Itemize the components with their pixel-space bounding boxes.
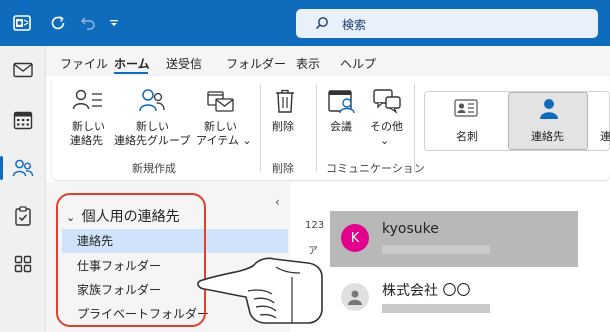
contact-row-company[interactable]: 株式会社 〇〇 [330, 270, 578, 326]
tab-file[interactable]: ファイル [60, 55, 108, 72]
group-label-delete: 削除 [272, 162, 294, 175]
avatar-initial: K [350, 230, 360, 246]
chevron-left-icon[interactable]: ‹ [275, 195, 280, 209]
new-group-icon [138, 88, 166, 117]
redacted-detail [382, 304, 490, 313]
mail-icon[interactable] [0, 52, 46, 88]
title-bar: 検索 [0, 0, 610, 46]
meeting-label: 会議 [330, 120, 352, 133]
search-box[interactable]: 検索 [296, 9, 598, 38]
active-tab-underline [114, 72, 148, 74]
delete-label: 削除 [272, 120, 294, 133]
new-group-label-2: 連絡先グループ [114, 134, 191, 147]
redacted-detail [382, 245, 490, 254]
meeting-icon [327, 88, 357, 117]
active-indicator [0, 156, 3, 180]
search-icon [315, 16, 329, 33]
calendar-icon[interactable] [0, 102, 46, 138]
new-contact-group-button[interactable]: 新しい 連絡先グループ [112, 84, 192, 154]
new-item-icon [206, 88, 236, 117]
alpha-index-123[interactable]: 123 [305, 220, 324, 231]
new-contact-label-1: 新しい [72, 120, 105, 133]
pointing-hand-icon [196, 247, 326, 330]
view-business-card[interactable]: 名刺 [438, 94, 494, 148]
chevron-down-icon: ⌄ [380, 134, 390, 147]
tab-home[interactable]: ホーム [114, 55, 150, 72]
meeting-button[interactable]: 会議 [322, 84, 364, 134]
sync-icon[interactable] [46, 11, 70, 35]
tab-send-receive[interactable]: 送受信 [166, 55, 202, 72]
tab-view[interactable]: 表示 [296, 55, 320, 72]
new-contact-icon [72, 88, 104, 115]
avatar [341, 283, 369, 311]
todo-icon[interactable] [0, 198, 46, 234]
people-icon[interactable] [0, 150, 46, 186]
business-card-label: 名刺 [456, 130, 478, 143]
group-label-new: 新規作成 [132, 162, 176, 175]
tab-help[interactable]: ヘルプ [340, 55, 376, 72]
group-label-communication: コミュニケーション [326, 162, 425, 175]
new-item-button[interactable]: 新しい アイテム ⌄ [192, 84, 252, 154]
new-item-label-1: 新しい [204, 120, 237, 133]
delete-button[interactable]: 削除 [266, 84, 304, 134]
chat-icon [372, 88, 402, 117]
more-label: その他 [370, 120, 403, 133]
outlook-app-icon [10, 11, 34, 35]
search-placeholder: 検索 [342, 18, 367, 32]
contact-name: kyosuke [382, 221, 439, 237]
contact-row-kyosuke[interactable]: K kyosuke [330, 211, 578, 267]
apps-icon[interactable] [0, 246, 46, 282]
person-placeholder-icon [348, 290, 362, 305]
new-contact-label-2: 連絡先 [70, 134, 103, 147]
contact-view-icon [539, 98, 559, 123]
new-contact-button[interactable]: 新しい 連絡先 [62, 84, 112, 154]
app-rail [0, 46, 46, 332]
ribbon-separator [260, 84, 261, 172]
contact-name: 株式会社 〇〇 [382, 283, 471, 299]
business-card-icon [454, 98, 478, 121]
view-contact-selected[interactable]: 連絡先 [508, 92, 588, 150]
annotation-highlight [56, 193, 206, 327]
menu-bar: ファイル ホーム 送受信 フォルダー 表示 ヘルプ [46, 46, 610, 76]
trash-icon [274, 88, 296, 117]
new-group-label-1: 新しい [136, 120, 169, 133]
more-button[interactable]: その他 ⌄ [366, 84, 406, 154]
avatar: K [341, 224, 369, 252]
ribbon-separator [316, 84, 317, 172]
undo-icon[interactable] [76, 11, 100, 35]
customize-qat-icon[interactable] [102, 11, 126, 35]
view-label-cut: 連 [600, 130, 610, 143]
tab-folder[interactable]: フォルダー [226, 55, 286, 72]
new-item-label-2: アイテム ⌄ [196, 134, 252, 147]
contact-view-label: 連絡先 [531, 130, 564, 143]
ribbon-separator [414, 84, 415, 172]
